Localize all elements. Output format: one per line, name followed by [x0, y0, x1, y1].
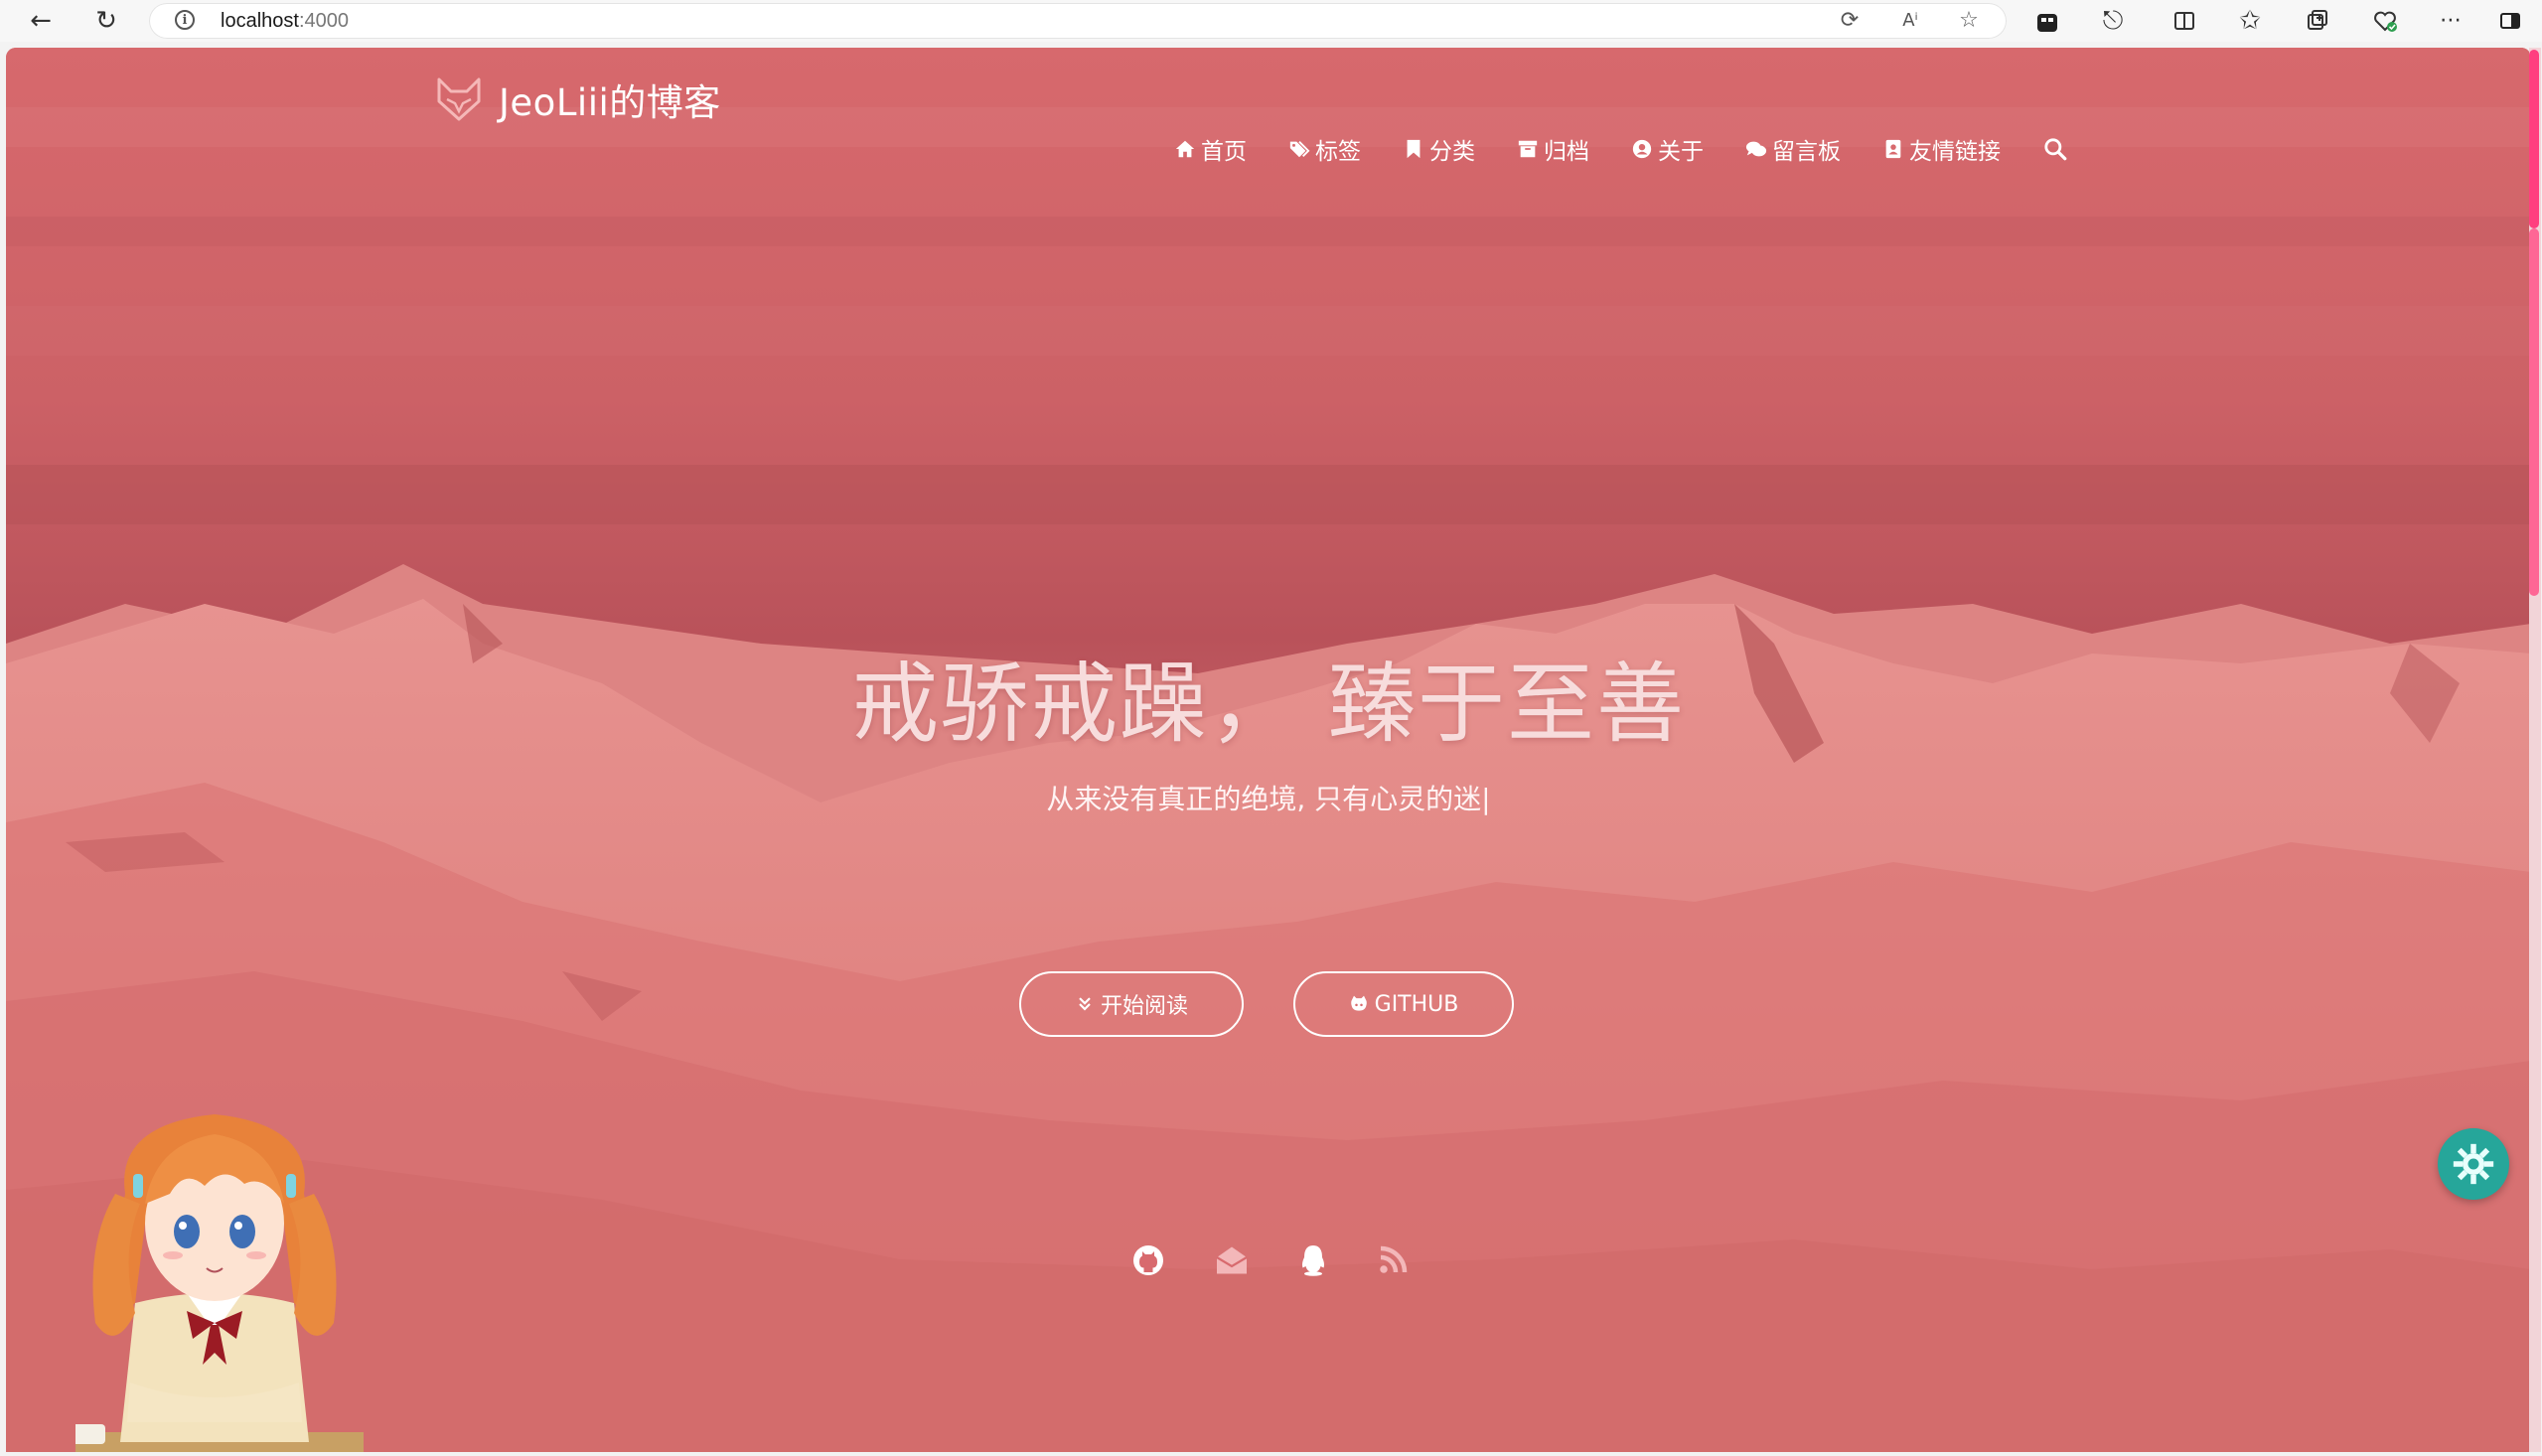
nav-label-links: 友情链接 [1909, 139, 2001, 165]
back-arrow-icon[interactable]: ← [24, 6, 58, 36]
favorite-star-icon[interactable]: ☆ [1952, 6, 1986, 36]
read-aloud-icon[interactable]: Aⁱ [1893, 6, 1927, 36]
refresh-icon[interactable]: ↻ [89, 6, 123, 36]
main-navigation: 首页 标签 分类 归档 关于 留言板 友情链接 [1174, 125, 2110, 173]
user-circle-icon [1632, 139, 1652, 159]
start-reading-button[interactable]: 开始阅读 [1019, 971, 1244, 1037]
site-info-icon[interactable]: i [175, 10, 195, 30]
nav-item-tags[interactable]: 标签 [1288, 132, 1361, 166]
nav-item-links[interactable]: 友情链接 [1882, 132, 2001, 166]
social-qq[interactable] [1295, 1239, 1331, 1281]
nav-label-home: 首页 [1201, 139, 1247, 165]
more-options-icon[interactable]: ⋯ [2434, 6, 2467, 36]
site-title: JeoLiii的博客 [499, 81, 721, 124]
address-book-icon [1885, 139, 1901, 159]
comments-icon [1745, 141, 1767, 157]
live2d-mascot[interactable] [75, 1104, 364, 1452]
browser-essentials-icon[interactable] [2368, 6, 2402, 36]
search-icon [2044, 138, 2067, 161]
url-port: :4000 [298, 10, 349, 32]
nav-label-tags: 标签 [1315, 139, 1361, 165]
address-bar[interactable]: i localhost:4000 ⟳ Aⁱ ☆ [149, 3, 2007, 39]
mail-icon [1216, 1246, 1248, 1274]
nav-item-guestbook[interactable]: 留言板 [1745, 132, 1841, 166]
social-rss[interactable] [1375, 1239, 1411, 1281]
github-icon [1133, 1245, 1163, 1275]
angle-double-down-icon [1079, 997, 1091, 1011]
tags-icon [1289, 141, 1310, 158]
nav-search-button[interactable] [2042, 136, 2068, 162]
start-reading-label: 开始阅读 [1100, 994, 1188, 1019]
rss-icon [1380, 1245, 1408, 1273]
theme-settings-button[interactable] [2438, 1128, 2509, 1200]
sidebar-toggle-icon[interactable] [2493, 6, 2527, 36]
split-screen-icon[interactable] [2168, 6, 2201, 36]
hero-subtitle: 从来没有真正的绝境, 只有心灵的迷| [1046, 783, 1491, 815]
site-brand[interactable]: JeoLiii的博客 [433, 72, 721, 127]
favorites-icon[interactable]: ✩ [2233, 6, 2267, 36]
github-button-label: GITHUB [1374, 991, 1459, 1017]
page-viewport: JeoLiii的博客 首页 标签 分类 归档 关于 留言板 友情链接 戒骄戒躁，… [6, 48, 2531, 1452]
nav-label-categories: 分类 [1429, 139, 1475, 165]
qq-icon [1302, 1245, 1324, 1276]
home-icon [1175, 140, 1195, 158]
github-button[interactable]: GITHUB [1293, 971, 1514, 1037]
url-host: localhost [221, 10, 299, 32]
archive-icon [1518, 140, 1538, 158]
browser-toolbar: ← ↻ i localhost:4000 ⟳ Aⁱ ☆ ⎋ ✩ ⋯ [0, 0, 2542, 42]
bookmark-icon [1407, 139, 1421, 159]
fox-logo-icon [437, 77, 481, 121]
nav-item-home[interactable]: 首页 [1174, 132, 1247, 166]
hero-title: 戒骄戒躁， 臻于至善 [851, 653, 1686, 755]
nav-label-archives: 归档 [1544, 139, 1589, 165]
nav-label-guestbook: 留言板 [1772, 139, 1841, 165]
page-scrollbar-progress [2529, 228, 2539, 596]
extension-app-icon[interactable] [2030, 8, 2064, 38]
edge-browser-icon[interactable]: ⟳ [1833, 6, 1867, 36]
page-scrollbar-thumb[interactable] [2529, 50, 2539, 228]
social-mail[interactable] [1214, 1239, 1250, 1281]
social-github[interactable] [1130, 1239, 1166, 1281]
nav-item-categories[interactable]: 分类 [1403, 132, 1475, 166]
gear-icon [2453, 1143, 2494, 1185]
collections-icon[interactable] [2301, 6, 2334, 36]
nav-item-about[interactable]: 关于 [1631, 132, 1704, 166]
url-text[interactable]: localhost:4000 [221, 10, 349, 33]
github-alt-icon [1350, 995, 1367, 1011]
nav-item-archives[interactable]: 归档 [1517, 132, 1589, 166]
nav-label-about: 关于 [1658, 139, 1704, 165]
extensions-puzzle-icon[interactable]: ⎋ [2096, 6, 2130, 36]
